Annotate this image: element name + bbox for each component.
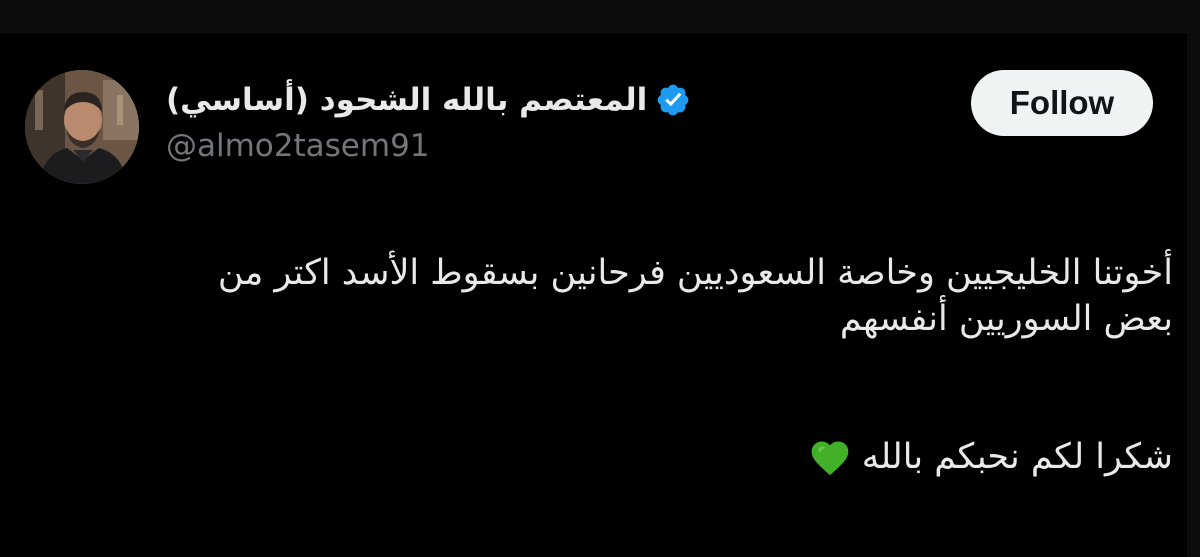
top-bar	[0, 0, 1200, 33]
tweet-line-3: شكرا لكم نحبكم بالله	[25, 434, 1173, 480]
author-handle[interactable]: @almo2tasem91	[166, 128, 430, 164]
verified-badge-icon[interactable]	[655, 82, 691, 118]
author-name-row: المعتصم بالله الشحود (أساسي)	[166, 72, 691, 128]
tweet-line-2: بعض السوريين أنفسهم	[839, 299, 1173, 339]
tweet-line-1: أخوتنا الخليجيين وخاصة السعوديين فرحانين…	[217, 253, 1173, 293]
scroll-edge	[1187, 33, 1200, 557]
green-heart-icon	[808, 436, 852, 480]
tweet-line-3-text: شكرا لكم نحبكم بالله	[861, 437, 1173, 477]
display-name[interactable]: المعتصم بالله الشحود (أساسي)	[166, 82, 647, 118]
tweet-text: أخوتنا الخليجيين وخاصة السعوديين فرحانين…	[25, 250, 1173, 480]
follow-button[interactable]: Follow	[971, 70, 1153, 136]
avatar[interactable]	[25, 70, 139, 184]
